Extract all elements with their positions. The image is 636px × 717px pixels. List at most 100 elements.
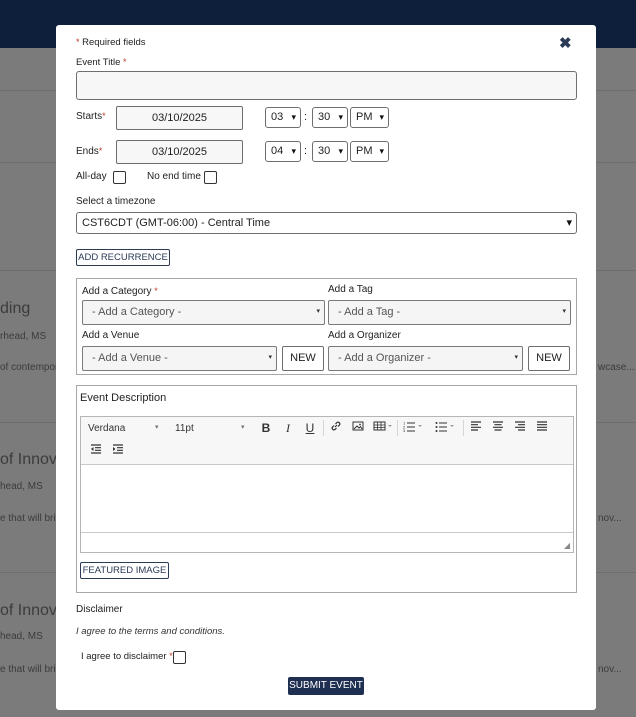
bg-event-desc: e that will bri bbox=[0, 664, 56, 675]
category-select[interactable]: - Add a Category - ▾ bbox=[82, 300, 325, 325]
allday-checkbox[interactable] bbox=[113, 171, 126, 184]
allday-label: All-day bbox=[76, 171, 107, 182]
required-fields-text: Required fields bbox=[82, 37, 146, 48]
start-minute-value: 30 bbox=[318, 111, 331, 123]
submit-event-button[interactable]: SUBMIT EVENT bbox=[288, 677, 364, 695]
timezone-value: CST6CDT (GMT-06:00) - Central Time bbox=[82, 217, 271, 229]
end-hour-select[interactable]: 04 ▾ bbox=[265, 141, 301, 162]
chevron-down-icon: ▾ bbox=[566, 217, 572, 229]
organizer-label: Add a Organizer bbox=[328, 330, 401, 341]
agree-checkbox[interactable] bbox=[173, 651, 186, 664]
chevron-down-icon: ▾ bbox=[291, 146, 296, 156]
bg-event-title: ding bbox=[0, 300, 31, 317]
disclaimer-text: I agree to the terms and conditions. bbox=[76, 626, 225, 637]
outdent-glyph bbox=[91, 444, 101, 454]
organizer-select[interactable]: - Add a Organizer - ▾ bbox=[328, 346, 523, 371]
resize-handle-icon[interactable]: ◢ bbox=[564, 541, 570, 550]
no-end-time-checkbox[interactable] bbox=[204, 171, 217, 184]
start-date-input[interactable]: 03/10/2025 bbox=[116, 106, 243, 130]
end-hour-value: 04 bbox=[271, 145, 284, 157]
bullet-list-icon[interactable] bbox=[435, 420, 457, 435]
no-end-time-label: No end time bbox=[147, 171, 201, 182]
venue-label: Add a Venue bbox=[82, 330, 140, 341]
link-glyph bbox=[331, 421, 341, 431]
table-icon[interactable] bbox=[373, 420, 393, 435]
time-separator: : bbox=[304, 145, 308, 157]
end-ampm-value: PM bbox=[356, 145, 373, 157]
chevron-down-icon: ▾ bbox=[338, 146, 343, 156]
organizer-placeholder: - Add a Organizer - bbox=[338, 352, 431, 364]
bg-event-location: head, MS bbox=[0, 631, 43, 642]
chevron-down-icon: ▾ bbox=[268, 354, 272, 361]
start-minute-select[interactable]: 30 ▾ bbox=[312, 107, 348, 128]
new-venue-button[interactable]: NEW bbox=[282, 346, 324, 371]
svg-text:3: 3 bbox=[403, 428, 406, 432]
category-label-text: Add a Category bbox=[82, 286, 152, 297]
end-ampm-select[interactable]: PM ▾ bbox=[350, 141, 389, 162]
event-title-input[interactable] bbox=[76, 71, 577, 100]
description-label: Event Description bbox=[80, 392, 167, 404]
table-glyph bbox=[373, 421, 392, 431]
ends-label-text: Ends bbox=[76, 146, 99, 157]
image-icon[interactable] bbox=[351, 420, 365, 435]
description-textarea[interactable] bbox=[81, 465, 573, 533]
bg-event-location: rhead, MS bbox=[0, 331, 47, 342]
bg-event-desc: of contempor bbox=[0, 362, 59, 373]
event-title-label: Event Title * bbox=[76, 57, 127, 68]
end-date-input[interactable]: 03/10/2025 bbox=[116, 140, 243, 164]
add-recurrence-button[interactable]: ADD RECURRENCE bbox=[76, 249, 170, 266]
bg-event-title: of Innov bbox=[0, 602, 57, 619]
bg-event-desc: e that will bri bbox=[0, 513, 56, 524]
chevron-down-icon: ▾ bbox=[338, 112, 343, 122]
submit-event-modal: ✖ * Required fields Event Title * Starts… bbox=[56, 25, 596, 710]
rich-text-editor: Verdana ▾ 11pt ▾ B I U 123 ◢ bbox=[80, 416, 574, 553]
bg-event-desc: nov... bbox=[598, 664, 622, 675]
font-size-value: 11pt bbox=[175, 423, 194, 434]
venue-select[interactable]: - Add a Venue - ▾ bbox=[82, 346, 277, 371]
start-ampm-select[interactable]: PM ▾ bbox=[350, 107, 389, 128]
bullet-list-glyph bbox=[435, 422, 454, 432]
category-placeholder: - Add a Category - bbox=[92, 306, 182, 318]
align-justify-icon[interactable] bbox=[535, 420, 549, 435]
chevron-down-icon: ▾ bbox=[291, 112, 296, 122]
required-star: * bbox=[102, 111, 106, 121]
toolbar-divider bbox=[397, 420, 398, 436]
end-minute-select[interactable]: 30 ▾ bbox=[312, 141, 348, 162]
underline-icon[interactable]: U bbox=[303, 421, 317, 435]
image-glyph bbox=[352, 421, 364, 431]
bg-event-location: head, MS bbox=[0, 481, 43, 492]
required-star: * bbox=[76, 37, 80, 47]
align-center-glyph bbox=[493, 421, 503, 431]
chevron-down-icon: ▾ bbox=[514, 354, 518, 361]
time-separator: : bbox=[304, 111, 308, 123]
required-star: * bbox=[98, 146, 103, 156]
close-icon[interactable]: ✖ bbox=[559, 34, 572, 52]
timezone-select[interactable]: CST6CDT (GMT-06:00) - Central Time ▾ bbox=[76, 212, 577, 234]
agree-label-text: I agree to disclaimer bbox=[81, 651, 167, 662]
bold-icon[interactable]: B bbox=[259, 421, 273, 435]
bg-event-desc: wcase... bbox=[598, 362, 635, 373]
font-family-value: Verdana bbox=[88, 423, 126, 434]
numbered-list-glyph: 123 bbox=[403, 421, 422, 433]
tag-select[interactable]: - Add a Tag - ▾ bbox=[328, 300, 571, 325]
bg-event-desc: nov... bbox=[598, 513, 622, 524]
featured-image-button[interactable]: FEATURED IMAGE bbox=[80, 562, 169, 579]
new-organizer-button[interactable]: NEW bbox=[528, 346, 570, 371]
required-star: * bbox=[154, 286, 158, 296]
align-center-icon[interactable] bbox=[491, 420, 505, 435]
font-family-select[interactable]: Verdana ▾ bbox=[88, 423, 159, 434]
indent-icon[interactable] bbox=[111, 443, 125, 458]
align-left-icon[interactable] bbox=[469, 420, 483, 435]
link-icon[interactable] bbox=[329, 420, 343, 435]
font-size-select[interactable]: 11pt ▾ bbox=[175, 423, 245, 434]
tag-placeholder: - Add a Tag - bbox=[338, 306, 401, 318]
italic-icon[interactable]: I bbox=[281, 421, 295, 436]
numbered-list-icon[interactable]: 123 bbox=[403, 420, 425, 435]
start-hour-select[interactable]: 03 ▾ bbox=[265, 107, 301, 128]
timezone-label: Select a timezone bbox=[76, 196, 156, 207]
start-ampm-value: PM bbox=[356, 111, 373, 123]
disclaimer-label: Disclaimer bbox=[76, 604, 123, 615]
outdent-icon[interactable] bbox=[89, 443, 103, 458]
align-right-icon[interactable] bbox=[513, 420, 527, 435]
indent-glyph bbox=[113, 444, 123, 454]
